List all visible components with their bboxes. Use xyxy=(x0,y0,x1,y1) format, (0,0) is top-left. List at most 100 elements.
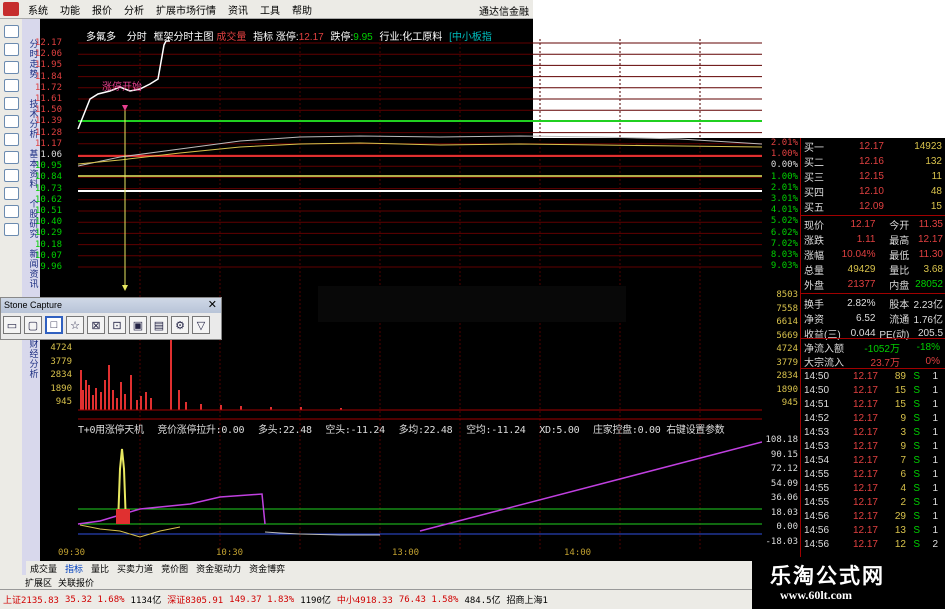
tick-volume: 2 xyxy=(900,497,906,508)
tab-buy-sell-force[interactable]: 买卖力道 xyxy=(113,562,157,575)
flow-pct: -18% xyxy=(916,342,940,353)
tick-price: 12.17 xyxy=(852,371,878,382)
volume-bar xyxy=(170,328,172,410)
toolbar-icon-10[interactable] xyxy=(4,187,19,200)
menu-news[interactable]: 资讯 xyxy=(222,2,254,17)
ind-item-xd: XD:5.00 xyxy=(539,425,580,436)
tick-volume: 9 xyxy=(900,413,906,424)
indicator-name[interactable]: T+0用涨停天机 xyxy=(78,425,144,436)
view-label[interactable]: 分时 xyxy=(127,32,147,43)
tick-volume: 29 xyxy=(894,511,906,522)
toolbar-icon-7[interactable] xyxy=(4,133,19,146)
limit-down-label: 跌停: xyxy=(330,32,354,43)
volume-bar xyxy=(88,385,90,410)
filter-icon[interactable]: ▽ xyxy=(192,316,210,334)
save-icon[interactable]: ▤ xyxy=(150,316,168,334)
tab-related-quote[interactable]: 关联报价 xyxy=(55,576,97,589)
industry-label: 行业:化工原料 xyxy=(379,32,443,43)
menu-help[interactable]: 帮助 xyxy=(286,2,318,17)
divider xyxy=(801,368,945,369)
bid-row: 买三 12.15 11 xyxy=(804,170,943,184)
capture-freehand-icon[interactable]: ☆ xyxy=(66,316,84,334)
tab-extension[interactable]: 扩展区 xyxy=(22,576,55,589)
limit-down-value: 9.95 xyxy=(353,32,373,43)
time-tick-0930: 09:30 xyxy=(58,548,86,558)
indicator-label[interactable]: 指标 xyxy=(253,32,273,43)
volume-label[interactable]: 成交量 xyxy=(216,32,246,43)
close-icon[interactable]: ✕ xyxy=(208,298,217,311)
tab-volume[interactable]: 成交量 xyxy=(26,562,61,575)
status-item: 76.43 1.58% xyxy=(398,594,459,605)
volume-bar xyxy=(178,390,180,410)
stat-label: 内盘 xyxy=(889,281,910,292)
menu-system[interactable]: 系统 xyxy=(22,2,54,17)
tick-count: 2 xyxy=(932,539,938,550)
tick-count: 1 xyxy=(932,497,938,508)
menu-quote[interactable]: 报价 xyxy=(86,2,118,17)
tick-time: 14:50 xyxy=(804,385,830,396)
volume-bar xyxy=(100,392,102,410)
stat-value: 10.04% xyxy=(841,249,876,260)
ind-item-rightclick[interactable]: 右键设置参数 xyxy=(666,425,725,436)
tick-time: 14:56 xyxy=(804,539,830,550)
tick-count: 1 xyxy=(932,385,938,396)
stone-capture-titlebar[interactable]: Stone Capture ✕ xyxy=(1,298,221,313)
tick-time: 14:51 xyxy=(804,399,830,410)
volume-tick: 3779 xyxy=(776,357,798,368)
status-item: 35.32 1.68% xyxy=(64,594,125,605)
capture-fixed-icon[interactable]: ▣ xyxy=(129,316,147,334)
capture-window-icon[interactable]: ▭ xyxy=(3,316,21,334)
bottom-tabs: 成交量 指标 量比 买卖力道 竞价图 资金驱动力 资金博弈 xyxy=(26,561,800,575)
capture-menu-icon[interactable]: ⊡ xyxy=(108,316,126,334)
flow-label: 大宗流入 xyxy=(804,358,844,369)
tick-row: 14:55 12.17 4 S 1 xyxy=(804,482,943,495)
menu-bar: 系统 功能 报价 分析 扩展市场行情 资讯 工具 帮助 通达信金融 xyxy=(0,0,533,19)
menu-analysis[interactable]: 分析 xyxy=(118,2,150,17)
volume-bar xyxy=(124,394,126,410)
indicator-axis: 108.18 90.15 72.12 54.09 36.06 18.03 0.00 -18.0… xyxy=(762,435,800,555)
menu-tools[interactable]: 工具 xyxy=(254,2,286,17)
toolbar-icon-3[interactable] xyxy=(4,61,19,74)
stat-value: 49429 xyxy=(847,264,876,275)
tab-indicator[interactable]: 指标 xyxy=(61,562,87,575)
menu-ext-market[interactable]: 扩展市场行情 xyxy=(150,2,222,17)
tick-price: 12.17 xyxy=(852,469,878,480)
tick-count: 1 xyxy=(932,483,938,494)
volume-bar xyxy=(130,375,132,410)
sub-tabs: 扩展区 关联报价 xyxy=(22,575,800,589)
tick-price: 12.17 xyxy=(852,511,878,522)
arrow-head-icon xyxy=(122,285,128,291)
toolbar-icon-1[interactable] xyxy=(4,25,19,38)
app-title: 通达信金融 xyxy=(479,7,529,18)
toolbar-icon-6[interactable] xyxy=(4,115,19,128)
tab-volume-ratio[interactable]: 量比 xyxy=(87,562,113,575)
toolbar-icon-2[interactable] xyxy=(4,43,19,56)
settings-icon[interactable]: ⚙ xyxy=(171,316,189,334)
toolbar-icon-12[interactable] xyxy=(4,223,19,236)
tab-capital-drive[interactable]: 资金驱动力 xyxy=(192,562,245,575)
tick-volume: 4 xyxy=(900,483,906,494)
toolbar-icon-8[interactable] xyxy=(4,151,19,164)
tick-count: 1 xyxy=(932,525,938,536)
status-item: 招商上海1 xyxy=(506,596,548,606)
tab-capital-game[interactable]: 资金博弈 xyxy=(245,562,289,575)
stat-value: 21377 xyxy=(847,279,876,290)
menu-function[interactable]: 功能 xyxy=(54,2,86,17)
toolbar-icon-5[interactable] xyxy=(4,97,19,110)
toolbar-icon-11[interactable] xyxy=(4,205,19,218)
volume-tick: 2834 xyxy=(776,371,798,381)
toolbar-icon-4[interactable] xyxy=(4,79,19,92)
capture-object-icon[interactable]: ⊠ xyxy=(87,316,105,334)
capture-region-icon[interactable]: □ xyxy=(45,316,63,334)
frame-label[interactable]: 框架分时主图 xyxy=(154,32,214,43)
capture-fullscreen-icon[interactable]: ▢ xyxy=(24,316,42,334)
toolbar-icon-9[interactable] xyxy=(4,169,19,182)
tick-side: S xyxy=(913,497,920,508)
status-item: 149.37 1.83% xyxy=(229,594,295,605)
volume-tick-left: 2834 xyxy=(50,370,72,380)
bid-price: 12.17 xyxy=(858,141,884,152)
tab-auction[interactable]: 竞价图 xyxy=(157,562,192,575)
ind-item-long: 多头:22.48 xyxy=(257,425,312,436)
indicator-tick: 54.09 xyxy=(770,478,798,489)
percent-tick: 4.01% xyxy=(770,205,798,216)
